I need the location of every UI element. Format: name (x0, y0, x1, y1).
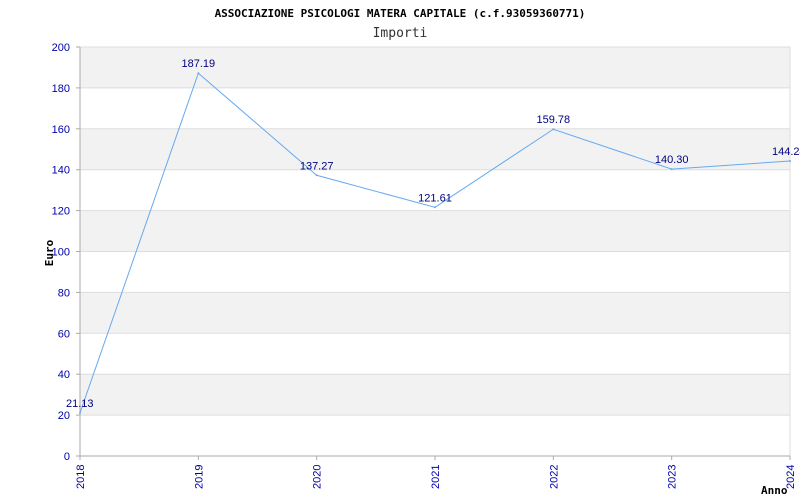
x-tick-label: 2020 (312, 465, 324, 489)
line-chart: 020406080100120140160180200 2018 2019 2020… (43, 7, 800, 497)
y-axis-label: Euro (43, 239, 56, 266)
data-label: 144.24 (772, 146, 800, 158)
x-axis-label: Anno (761, 484, 788, 497)
y-tick-label: 80 (58, 287, 70, 299)
x-tick-label: 2023 (667, 465, 679, 489)
data-label: 159.78 (537, 114, 571, 126)
data-point (789, 160, 791, 163)
y-tick-label: 40 (58, 369, 70, 381)
data-point (552, 128, 555, 131)
y-tick-label: 200 (52, 42, 70, 54)
data-point (670, 168, 673, 171)
y-tick-label: 20 (58, 410, 70, 422)
data-point (315, 174, 318, 177)
x-tick-labels: 2018 2019 2020 2021 2022 2023 2024 (75, 456, 797, 489)
data-point (197, 72, 200, 75)
grid-bands (80, 47, 790, 416)
x-tick-label: 2019 (193, 465, 205, 489)
grid-band (80, 374, 790, 416)
grid-band (80, 210, 790, 252)
x-tick-label: 2022 (548, 465, 560, 489)
data-label: 137.27 (300, 160, 334, 172)
data-label: 121.61 (418, 192, 452, 204)
y-tick-label: 140 (52, 165, 70, 177)
data-label: 21.13 (66, 398, 94, 410)
y-tick-label: 160 (52, 124, 70, 136)
y-tick-label: 60 (58, 328, 70, 340)
data-point (434, 206, 436, 209)
y-tick-label: 0 (64, 451, 70, 463)
data-label: 187.19 (182, 58, 216, 70)
chart-title: ASSOCIAZIONE PSICOLOGI MATERA CAPITALE (… (215, 7, 586, 20)
y-tick-label: 120 (52, 206, 70, 218)
x-tick-label: 2021 (430, 465, 442, 489)
x-tick-label: 2018 (75, 465, 87, 489)
y-tick-label: 180 (52, 83, 70, 95)
data-point (79, 411, 81, 414)
grid-band (80, 292, 790, 334)
chart-subtitle: Importi (373, 26, 428, 41)
data-label: 140.30 (655, 154, 689, 166)
